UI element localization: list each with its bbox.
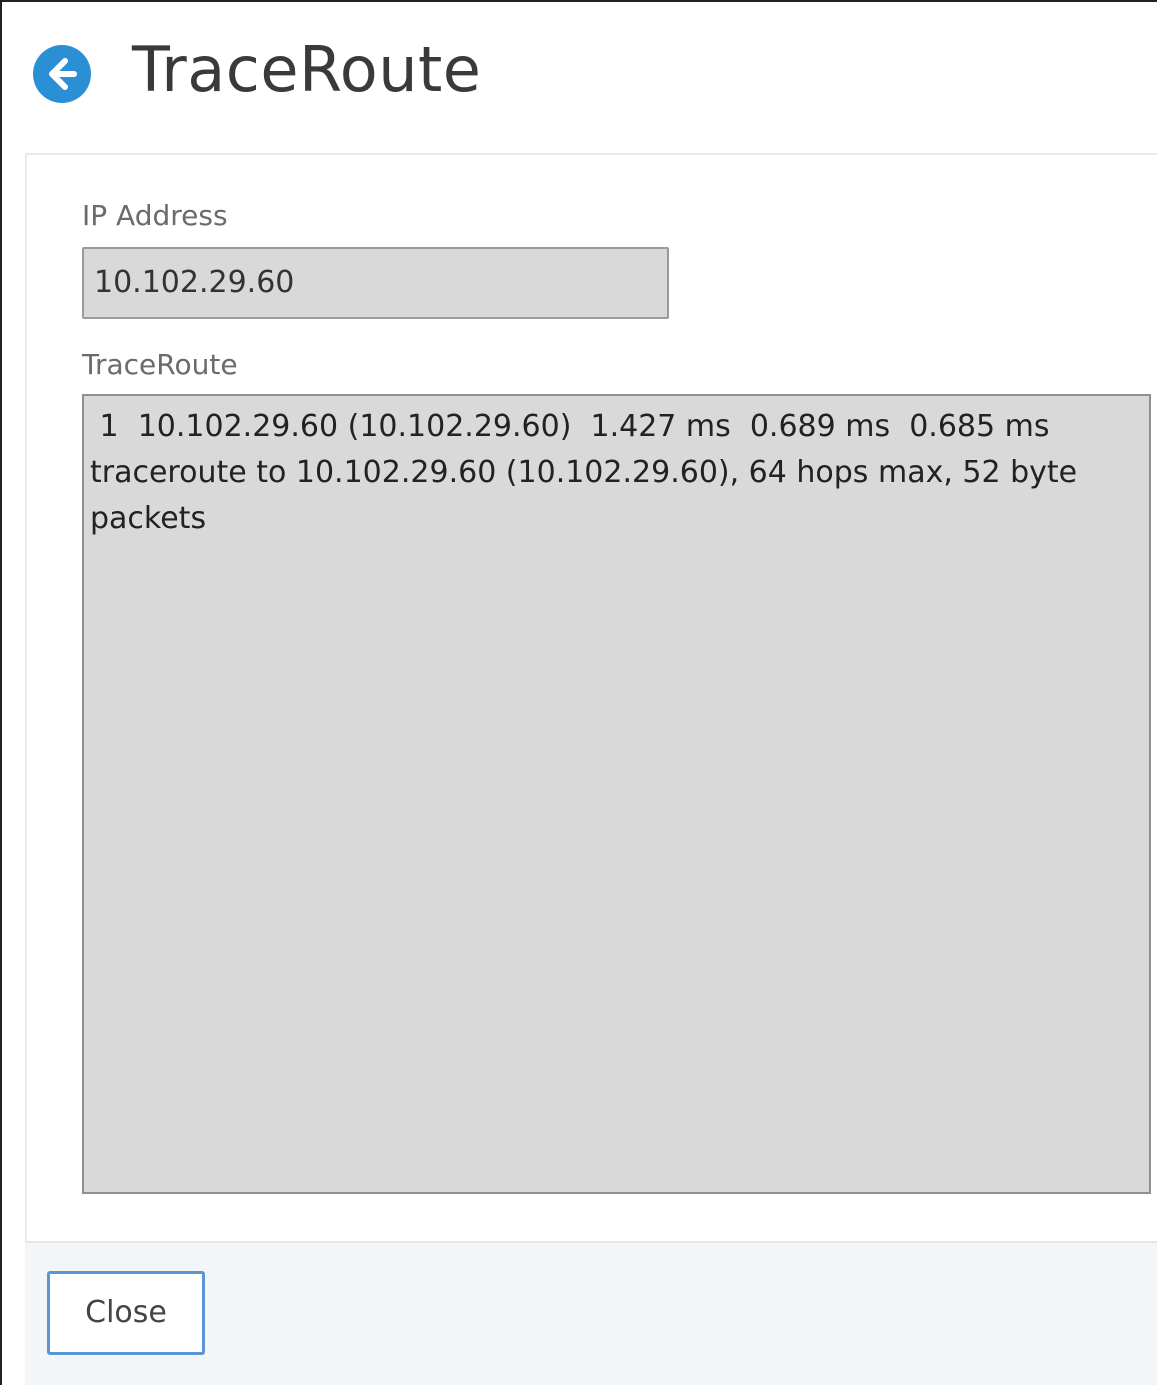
close-button[interactable]: Close [47,1271,205,1355]
traceroute-line: 1 10.102.29.60 (10.102.29.60) 1.427 ms 0… [90,409,1050,444]
ip-address-field[interactable]: 10.102.29.60 [82,247,669,319]
traceroute-line: traceroute to 10.102.29.60 (10.102.29.60… [90,455,1087,536]
ip-address-label: IP Address [82,199,228,232]
page-title: TraceRoute [132,33,482,106]
page-header: TraceRoute [2,2,1157,152]
traceroute-output[interactable]: 1 10.102.29.60 (10.102.29.60) 1.427 ms 0… [82,394,1151,1194]
dialog-frame: TraceRoute IP Address 10.102.29.60 Trace… [0,0,1157,1385]
dialog-footer: Close [25,1241,1157,1385]
form-panel: IP Address 10.102.29.60 TraceRoute 1 10.… [25,153,1157,1241]
traceroute-label: TraceRoute [82,348,238,381]
back-arrow-icon[interactable] [32,44,92,104]
